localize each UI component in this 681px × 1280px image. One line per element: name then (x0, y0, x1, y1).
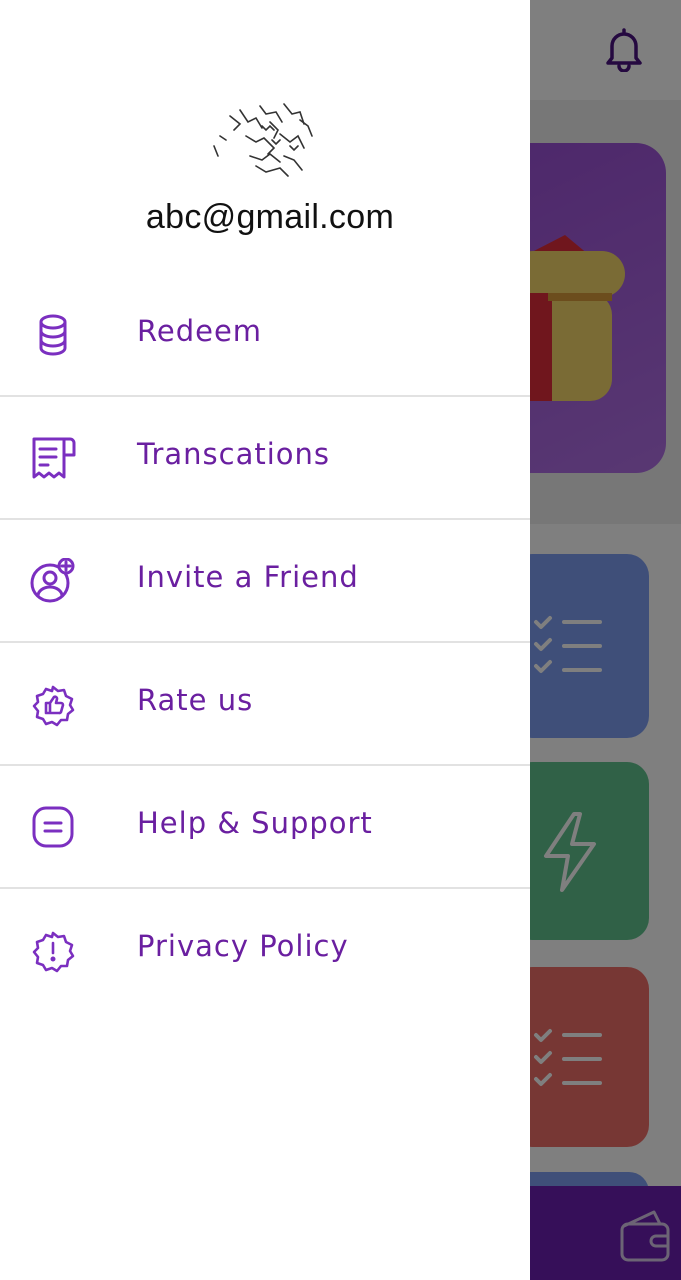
menu-item-help[interactable]: Help & Support (0, 766, 530, 889)
menu-label-transactions: Transcations (137, 437, 331, 471)
menu-item-invite[interactable]: Invite a Friend (0, 520, 530, 643)
menu-label-help: Help & Support (137, 806, 373, 840)
alert-badge-icon (32, 931, 75, 973)
menu-label-privacy: Privacy Policy (137, 929, 349, 963)
drawer-menu: Redeem Transcations Invite a Friend Rate… (0, 274, 530, 1012)
navigation-drawer: abc@gmail.com Redeem Transcations Invite… (0, 0, 530, 1280)
receipt-icon (32, 437, 76, 479)
menu-label-rate-us: Rate us (137, 683, 254, 717)
thumbs-up-badge-icon (32, 685, 75, 727)
user-email: abc@gmail.com (145, 198, 395, 236)
menu-label-invite: Invite a Friend (137, 560, 359, 594)
coins-stack-icon (39, 314, 67, 356)
message-square-icon (32, 806, 74, 848)
menu-item-redeem[interactable]: Redeem (0, 274, 530, 397)
add-user-icon (30, 558, 75, 603)
menu-item-transactions[interactable]: Transcations (0, 397, 530, 520)
avatar[interactable] (200, 96, 328, 192)
menu-item-privacy[interactable]: Privacy Policy (0, 889, 530, 1012)
menu-label-redeem: Redeem (137, 314, 263, 348)
menu-item-rate-us[interactable]: Rate us (0, 643, 530, 766)
screen: abc@gmail.com Redeem Transcations Invite… (0, 0, 681, 1280)
